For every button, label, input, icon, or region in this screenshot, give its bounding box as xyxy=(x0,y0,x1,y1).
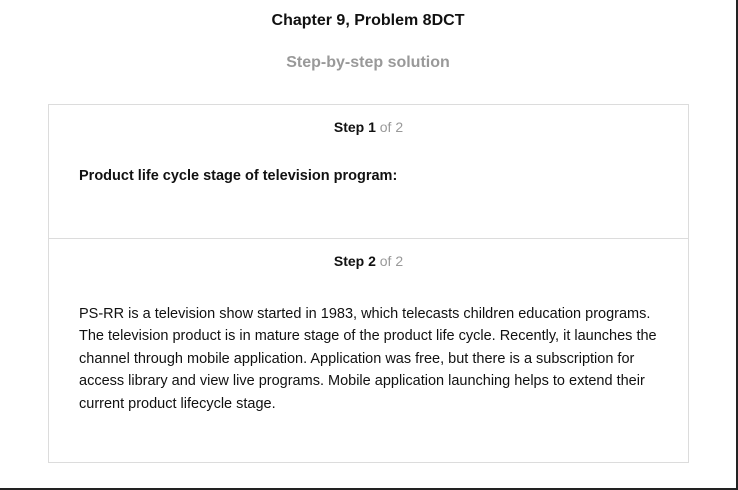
step-2-label: Step 2 xyxy=(333,253,376,269)
steps-card: Step 1 of 2 Product life cycle stage of … xyxy=(48,104,689,463)
step-2-header: Step 2 of 2 xyxy=(49,253,688,269)
step-1-label: Step 1 xyxy=(333,119,376,135)
step-1-of-text: of 2 xyxy=(379,119,404,135)
chapter-title: Chapter 9, Problem 8DCT xyxy=(271,12,465,29)
step-1-section: Step 1 of 2 Product life cycle stage of … xyxy=(49,105,688,239)
step-2-body: PS-RR is a television show started in 19… xyxy=(79,306,657,412)
solution-heading: Step-by-step solution xyxy=(286,54,450,71)
step-2-of-text: of 2 xyxy=(379,253,404,269)
step-1-body: Product life cycle stage of television p… xyxy=(79,168,398,184)
solution-page: Chapter 9, Problem 8DCT Step-by-step sol… xyxy=(0,0,738,490)
step-2-section: Step 2 of 2 PS-RR is a television show s… xyxy=(49,239,688,463)
step-1-header: Step 1 of 2 xyxy=(49,119,688,135)
